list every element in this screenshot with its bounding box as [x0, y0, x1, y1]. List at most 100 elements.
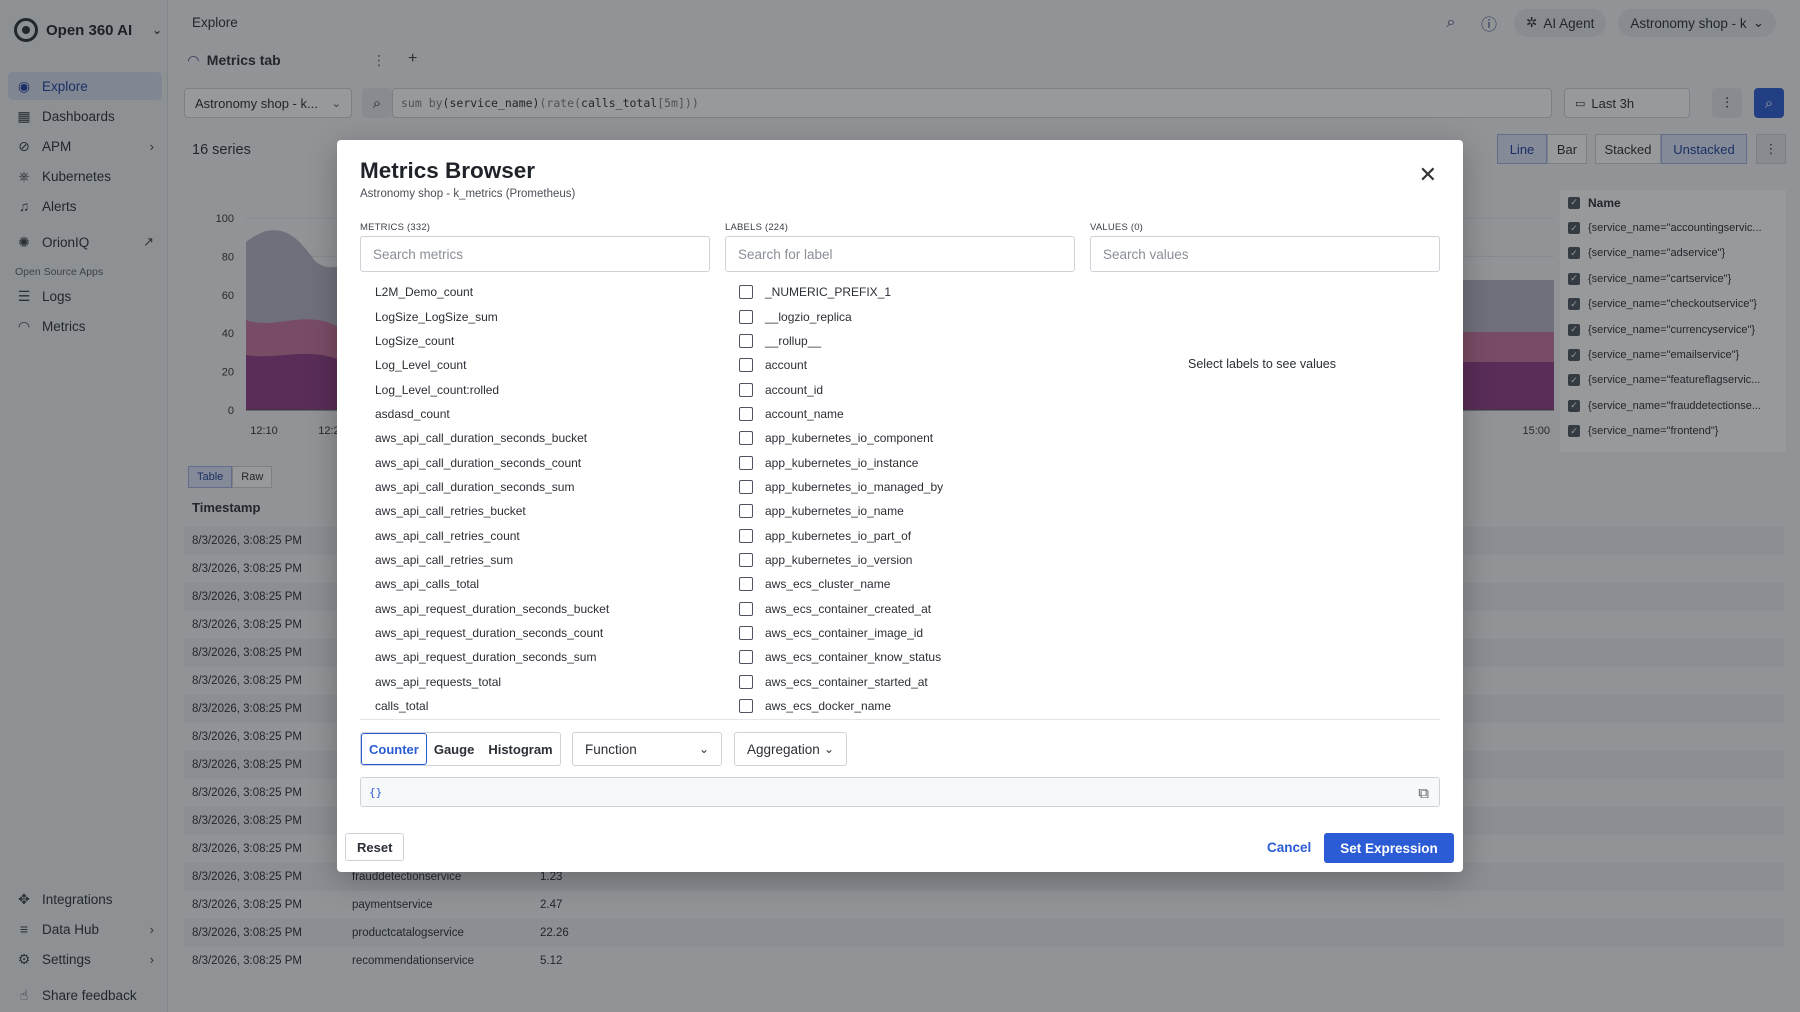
metrics-column-header: METRICS (332)	[360, 222, 431, 233]
label-name: aws_ecs_container_know_status	[765, 650, 942, 665]
cancel-button[interactable]: Cancel	[1267, 833, 1311, 861]
label-checkbox[interactable]	[739, 650, 753, 665]
label-name: app_kubernetes_io_part_of	[765, 528, 912, 543]
label-checkbox[interactable]	[739, 528, 753, 543]
label-list-item[interactable]: account	[725, 353, 1075, 377]
label-list-item[interactable]: account_name	[725, 402, 1075, 426]
metric-list-item[interactable]: Log_Level_count	[360, 353, 710, 377]
label-list-item[interactable]: app_kubernetes_io_version	[725, 548, 1075, 572]
label-list-item[interactable]: app_kubernetes_io_instance	[725, 450, 1075, 474]
values-empty-state: Select labels to see values	[1188, 357, 1337, 371]
metric-list-item[interactable]: aws_api_request_duration_seconds_sum	[360, 645, 710, 669]
metric-list-item[interactable]: LogSize_LogSize_sum	[360, 304, 710, 328]
label-list-item[interactable]: account_id	[725, 377, 1075, 401]
label-list-item[interactable]: app_kubernetes_io_component	[725, 426, 1075, 450]
label-checkbox[interactable]	[739, 625, 753, 640]
metric-type-selector: Counter Gauge Histogram	[360, 732, 561, 766]
label-name: __rollup__	[765, 333, 822, 348]
metric-list-item[interactable]: aws_api_requests_total	[360, 670, 710, 694]
label-checkbox[interactable]	[739, 455, 753, 470]
label-checkbox[interactable]	[739, 358, 753, 373]
label-list-item[interactable]: __rollup__	[725, 329, 1075, 353]
expression-text: {}	[369, 785, 383, 799]
label-name: app_kubernetes_io_managed_by	[765, 479, 944, 494]
label-name: app_kubernetes_io_version	[765, 552, 913, 567]
label-list-item[interactable]: app_kubernetes_io_part_of	[725, 523, 1075, 547]
function-label: Function	[585, 741, 637, 757]
label-checkbox[interactable]	[739, 601, 753, 616]
metric-list-item[interactable]: asdasd_count	[360, 402, 710, 426]
divider	[360, 719, 1440, 720]
label-list-item[interactable]: app_kubernetes_io_managed_by	[725, 475, 1075, 499]
label-checkbox[interactable]	[739, 406, 753, 421]
label-list-item[interactable]: aws_ecs_cluster_name	[725, 572, 1075, 596]
chevron-down-icon: ⌄	[823, 742, 834, 756]
label-name: account_id	[765, 382, 824, 397]
metric-list-item[interactable]: aws_api_call_duration_seconds_count	[360, 450, 710, 474]
label-name: aws_ecs_container_created_at	[765, 601, 932, 616]
label-list-item[interactable]: aws_ecs_docker_name	[725, 694, 1075, 718]
label-list-item[interactable]: _NUMERIC_PREFIX_1	[725, 280, 1075, 304]
label-list-item[interactable]: __logzio_replica	[725, 304, 1075, 328]
label-name: app_kubernetes_io_name	[765, 504, 904, 519]
label-list-item[interactable]: aws_ecs_container_started_at	[725, 670, 1075, 694]
metric-list-item[interactable]: aws_api_call_retries_bucket	[360, 499, 710, 523]
label-checkbox[interactable]	[739, 382, 753, 397]
label-checkbox[interactable]	[739, 699, 753, 714]
label-name: aws_ecs_docker_name	[765, 699, 892, 714]
metric-list-item[interactable]: LogSize_count	[360, 329, 710, 353]
metrics-list: L2M_Demo_count LogSize_LogSize_sum LogSize…	[360, 280, 710, 718]
gauge-button[interactable]: Gauge	[427, 733, 481, 765]
chevron-down-icon: ⌄	[698, 742, 709, 756]
label-name: account_name	[765, 406, 844, 421]
reset-button[interactable]: Reset	[345, 833, 405, 861]
label-list-item[interactable]: aws_ecs_container_know_status	[725, 645, 1075, 669]
label-name: app_kubernetes_io_instance	[765, 455, 919, 470]
label-name: aws_ecs_container_image_id	[765, 625, 924, 640]
label-checkbox[interactable]	[739, 333, 753, 348]
aggregation-label: Aggregation	[747, 741, 820, 757]
label-name: account	[765, 358, 808, 373]
metric-list-item[interactable]: aws_api_call_duration_seconds_sum	[360, 475, 710, 499]
counter-button[interactable]: Counter	[361, 733, 427, 765]
label-name: aws_ecs_container_started_at	[765, 674, 928, 689]
label-name: app_kubernetes_io_component	[765, 431, 934, 446]
expression-preview[interactable]: {} ⧉	[360, 777, 1440, 807]
dialog-subtitle: Astronomy shop - k_metrics (Prometheus)	[360, 188, 576, 200]
label-checkbox[interactable]	[739, 479, 753, 494]
labels-list: _NUMERIC_PREFIX_1 __logzio_replica __rollu…	[725, 280, 1075, 718]
metric-list-item[interactable]: L2M_Demo_count	[360, 280, 710, 304]
metric-list-item[interactable]: calls_total	[360, 694, 710, 718]
label-checkbox[interactable]	[739, 504, 753, 519]
dialog-title: Metrics Browser	[360, 158, 536, 183]
histogram-button[interactable]: Histogram	[481, 733, 559, 765]
copy-icon[interactable]: ⧉	[1418, 784, 1429, 802]
metric-list-item[interactable]: aws_api_calls_total	[360, 572, 710, 596]
metrics-browser-dialog: Metrics Browser Astronomy shop - k_metri…	[337, 140, 1463, 872]
metric-list-item[interactable]: aws_api_call_retries_count	[360, 523, 710, 547]
label-checkbox[interactable]	[739, 431, 753, 446]
values-column-header: VALUES (0)	[1090, 222, 1144, 233]
label-list-item[interactable]: app_kubernetes_io_name	[725, 499, 1075, 523]
search-metrics-input[interactable]	[360, 236, 710, 272]
close-icon[interactable]: ✕	[1419, 164, 1437, 186]
label-name: _NUMERIC_PREFIX_1	[765, 285, 892, 300]
label-list-item[interactable]: aws_ecs_container_image_id	[725, 621, 1075, 645]
metric-list-item[interactable]: aws_api_request_duration_seconds_bucket	[360, 596, 710, 620]
aggregation-dropdown[interactable]: Aggregation ⌄	[734, 732, 847, 766]
label-checkbox[interactable]	[739, 285, 753, 300]
search-labels-input[interactable]	[725, 236, 1075, 272]
label-checkbox[interactable]	[739, 552, 753, 567]
label-checkbox[interactable]	[739, 309, 753, 324]
metric-list-item[interactable]: aws_api_request_duration_seconds_count	[360, 621, 710, 645]
metric-list-item[interactable]: aws_api_call_retries_sum	[360, 548, 710, 572]
search-values-input[interactable]	[1090, 236, 1440, 272]
label-checkbox[interactable]	[739, 674, 753, 689]
metric-list-item[interactable]: Log_Level_count:rolled	[360, 377, 710, 401]
set-expression-button[interactable]: Set Expression	[1324, 833, 1454, 863]
label-checkbox[interactable]	[739, 577, 753, 592]
metric-list-item[interactable]: aws_api_call_duration_seconds_bucket	[360, 426, 710, 450]
label-list-item[interactable]: aws_ecs_container_created_at	[725, 596, 1075, 620]
label-name: __logzio_replica	[765, 309, 852, 324]
function-dropdown[interactable]: Function ⌄	[572, 732, 722, 766]
